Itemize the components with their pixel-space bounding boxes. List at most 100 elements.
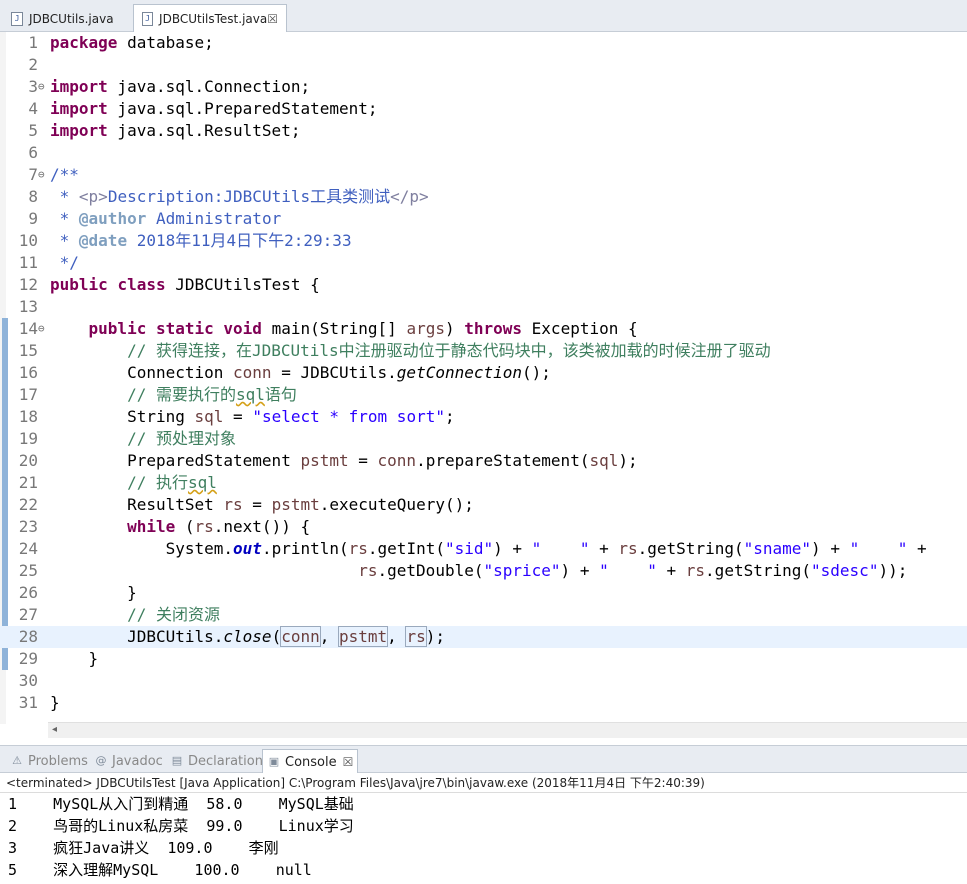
code-line[interactable]: 23 while (rs.next()) { (0, 516, 967, 538)
line-number: 31 (18, 693, 38, 712)
code-text: import java.sql.ResultSet; (50, 121, 301, 140)
line-number: 23 (18, 517, 38, 536)
console-line: 5 深入理解MySQL 100.0 null (8, 861, 312, 879)
code-line[interactable]: 6 (0, 142, 967, 164)
code-editor[interactable]: 1 package database; 2 3 ⊖ import java.sql.Con… (0, 32, 967, 724)
problems-icon: ⚠ (12, 754, 22, 767)
code-line[interactable]: 15 // 获得连接，在JDBCUtils中注册驱动位于静态代码块中，该类被加载… (0, 340, 967, 362)
code-text: System.out.println(rs.getInt("sid") + " … (50, 539, 927, 558)
code-line[interactable]: 18 String sql = "select * from sort"; (0, 406, 967, 428)
fold-toggle-icon[interactable]: ⊖ (38, 318, 45, 340)
scroll-left-icon[interactable]: ◂ (52, 724, 57, 735)
code-line[interactable]: 20 PreparedStatement pstmt = conn.prepar… (0, 450, 967, 472)
code-text: // 获得连接，在JDBCUtils中注册驱动位于静态代码块中，该类被加载的时候… (127, 341, 771, 360)
code-text: } (50, 583, 137, 602)
line-number: 20 (18, 451, 38, 470)
line-number: 7 (28, 165, 38, 184)
code-text: } (50, 649, 99, 668)
code-line[interactable]: 30 (0, 670, 967, 692)
code-text: import java.sql.Connection; (50, 77, 311, 96)
code-line[interactable]: 31} (0, 692, 967, 714)
tab-label: Problems (28, 753, 88, 769)
code-line[interactable]: 28 JDBCUtils.close(conn, pstmt, rs); (0, 626, 967, 648)
code-text: // 需要执行的sql语句 (127, 385, 297, 404)
line-number: 30 (18, 671, 38, 690)
tab-console[interactable]: ▣ Console ☒ (262, 749, 359, 774)
line-number: 15 (18, 341, 38, 360)
code-line[interactable]: 29 } (0, 648, 967, 670)
line-number: 17 (18, 385, 38, 404)
java-file-icon: J (11, 11, 23, 26)
line-number: 9 (28, 209, 38, 228)
code-line[interactable]: 17 // 需要执行的sql语句 (0, 384, 967, 406)
console-output[interactable]: 1 MySQL从入门到精通 58.0 MySQL基础 2 鸟哥的Linux私房菜… (0, 793, 967, 884)
code-text: // 关闭资源 (127, 605, 220, 624)
code-line[interactable]: 11 */ (0, 252, 967, 274)
line-number: 8 (28, 187, 38, 206)
code-line[interactable]: 16 Connection conn = JDBCUtils.getConnec… (0, 362, 967, 384)
tab-label: JDBCUtils.java (29, 11, 114, 26)
code-line[interactable]: 12 public class JDBCUtilsTest { (0, 274, 967, 296)
code-line[interactable]: 4 import java.sql.PreparedStatement; (0, 98, 967, 120)
code-text: package database; (50, 33, 214, 52)
tab-label: Javadoc (112, 753, 163, 769)
code-line[interactable]: 7 ⊖ /** (0, 164, 967, 186)
fold-toggle-icon[interactable]: ⊖ (38, 76, 45, 98)
code-line[interactable]: 26 } (0, 582, 967, 604)
code-line[interactable]: 3 ⊖ import java.sql.Connection; (0, 76, 967, 98)
line-number: 13 (18, 297, 38, 316)
code-line[interactable]: 27 // 关闭资源 (0, 604, 967, 626)
code-text: while (rs.next()) { (127, 517, 311, 536)
code-line[interactable]: 9 * @author Administrator (0, 208, 967, 230)
tab-problems[interactable]: ⚠ Problems (6, 749, 92, 773)
bottom-panel-tabs: ⚠ Problems @ Javadoc ▤ Declaration ▣ Con… (0, 745, 967, 774)
code-line[interactable]: 14 ⊖ public static void main(String[] arg… (0, 318, 967, 340)
code-line[interactable]: 19 // 预处理对象 (0, 428, 967, 450)
close-icon[interactable]: ☒ (267, 12, 278, 26)
line-number: 19 (18, 429, 38, 448)
line-number: 4 (28, 99, 38, 118)
code-text: JDBCUtils.close(conn, pstmt, rs); (50, 626, 445, 647)
code-text: String sql = "select * from sort"; (50, 407, 455, 426)
code-text: public class JDBCUtilsTest { (50, 275, 320, 294)
code-line[interactable]: 2 (0, 54, 967, 76)
line-number: 21 (18, 473, 38, 492)
code-line[interactable]: 21 // 执行sql (0, 472, 967, 494)
close-icon[interactable]: ☒ (343, 755, 354, 769)
code-line[interactable]: 13 (0, 296, 967, 318)
code-line[interactable]: 10 * @date 2018年11月4日下午2:29:33 (0, 230, 967, 252)
line-number: 24 (18, 539, 38, 558)
line-number: 16 (18, 363, 38, 382)
code-line[interactable]: 1 package database; (0, 32, 967, 54)
code-text: rs.getDouble("sprice") + " " + rs.getStr… (358, 561, 908, 580)
line-number: 25 (18, 561, 38, 580)
tab-label: Console (285, 754, 337, 770)
code-line[interactable]: 8 * <p>Description:JDBCUtils工具类测试</p> (0, 186, 967, 208)
code-line[interactable]: 24 System.out.println(rs.getInt("sid") +… (0, 538, 967, 560)
line-number: 18 (18, 407, 38, 426)
horizontal-scrollbar[interactable]: ◂ (48, 722, 967, 738)
tab-label: Declaration (188, 753, 263, 769)
line-number: 6 (28, 143, 38, 162)
code-text: Connection conn = JDBCUtils.getConnectio… (50, 363, 551, 382)
code-line[interactable]: 5 import java.sql.ResultSet; (0, 120, 967, 142)
line-number: 5 (28, 121, 38, 140)
fold-toggle-icon[interactable]: ⊖ (38, 164, 45, 186)
tab-javadoc[interactable]: @ Javadoc (90, 749, 167, 773)
editor-tab-bar: J JDBCUtils.java J JDBCUtilsTest.java ☒ (0, 0, 967, 33)
console-line: 1 MySQL从入门到精通 58.0 MySQL基础 (8, 795, 354, 813)
tab-jdbcutils[interactable]: J JDBCUtils.java (2, 4, 130, 32)
code-text: * @date 2018年11月4日下午2:29:33 (50, 231, 352, 250)
code-line[interactable]: 25 rs.getDouble("sprice") + " " + rs.get… (0, 560, 967, 582)
tab-label: JDBCUtilsTest.java (159, 12, 268, 26)
line-number: 28 (18, 627, 38, 646)
code-text: */ (50, 253, 79, 272)
code-line[interactable]: 22 ResultSet rs = pstmt.executeQuery(); (0, 494, 967, 516)
code-text: * @author Administrator (50, 209, 282, 228)
line-number: 11 (18, 253, 38, 272)
line-number: 29 (18, 649, 38, 668)
tab-jdbcutilstest[interactable]: J JDBCUtilsTest.java ☒ (133, 4, 287, 33)
line-number: 1 (28, 33, 38, 52)
code-text: /** (50, 165, 79, 184)
tab-declaration[interactable]: ▤ Declaration (166, 749, 267, 773)
